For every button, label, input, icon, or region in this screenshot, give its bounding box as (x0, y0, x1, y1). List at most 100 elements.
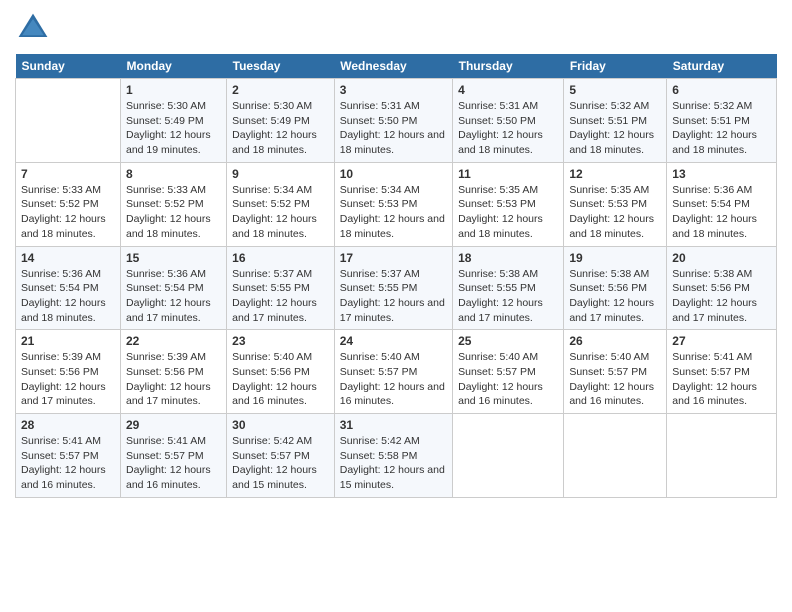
daylight-text: Daylight: 12 hours and 17 minutes. (672, 297, 757, 324)
sunset-text: Sunset: 5:52 PM (232, 198, 310, 210)
sunrise-text: Sunrise: 5:38 AM (458, 268, 538, 280)
weekday-header: Sunday (16, 54, 121, 79)
calendar-day-cell: 22 Sunrise: 5:39 AM Sunset: 5:56 PM Dayl… (121, 330, 227, 414)
day-info: Sunrise: 5:37 AM Sunset: 5:55 PM Dayligh… (340, 267, 447, 326)
sunset-text: Sunset: 5:58 PM (340, 450, 418, 462)
calendar-day-cell (667, 414, 777, 498)
sunset-text: Sunset: 5:55 PM (458, 282, 536, 294)
daylight-text: Daylight: 12 hours and 18 minutes. (569, 213, 654, 240)
calendar-day-cell: 20 Sunrise: 5:38 AM Sunset: 5:56 PM Dayl… (667, 246, 777, 330)
sunset-text: Sunset: 5:54 PM (672, 198, 750, 210)
day-info: Sunrise: 5:33 AM Sunset: 5:52 PM Dayligh… (21, 183, 115, 242)
page-header (15, 10, 777, 46)
sunset-text: Sunset: 5:57 PM (458, 366, 536, 378)
day-number: 17 (340, 251, 447, 265)
calendar-week-row: 7 Sunrise: 5:33 AM Sunset: 5:52 PM Dayli… (16, 162, 777, 246)
day-info: Sunrise: 5:31 AM Sunset: 5:50 PM Dayligh… (458, 99, 558, 158)
sunset-text: Sunset: 5:55 PM (232, 282, 310, 294)
day-number: 7 (21, 167, 115, 181)
calendar-day-cell: 23 Sunrise: 5:40 AM Sunset: 5:56 PM Dayl… (227, 330, 335, 414)
sunset-text: Sunset: 5:55 PM (340, 282, 418, 294)
day-number: 11 (458, 167, 558, 181)
sunrise-text: Sunrise: 5:40 AM (340, 351, 420, 363)
calendar-day-cell: 25 Sunrise: 5:40 AM Sunset: 5:57 PM Dayl… (453, 330, 564, 414)
sunrise-text: Sunrise: 5:35 AM (569, 184, 649, 196)
sunset-text: Sunset: 5:57 PM (126, 450, 204, 462)
daylight-text: Daylight: 12 hours and 18 minutes. (232, 213, 317, 240)
day-number: 19 (569, 251, 661, 265)
daylight-text: Daylight: 12 hours and 18 minutes. (672, 213, 757, 240)
calendar-day-cell: 14 Sunrise: 5:36 AM Sunset: 5:54 PM Dayl… (16, 246, 121, 330)
day-info: Sunrise: 5:40 AM Sunset: 5:57 PM Dayligh… (458, 350, 558, 409)
weekday-header: Friday (564, 54, 667, 79)
day-number: 2 (232, 83, 329, 97)
sunset-text: Sunset: 5:54 PM (126, 282, 204, 294)
weekday-header: Monday (121, 54, 227, 79)
sunset-text: Sunset: 5:50 PM (340, 115, 418, 127)
sunset-text: Sunset: 5:56 PM (569, 282, 647, 294)
daylight-text: Daylight: 12 hours and 16 minutes. (672, 381, 757, 408)
calendar-day-cell: 18 Sunrise: 5:38 AM Sunset: 5:55 PM Dayl… (453, 246, 564, 330)
calendar-day-cell: 30 Sunrise: 5:42 AM Sunset: 5:57 PM Dayl… (227, 414, 335, 498)
calendar-day-cell (453, 414, 564, 498)
sunset-text: Sunset: 5:57 PM (569, 366, 647, 378)
sunrise-text: Sunrise: 5:37 AM (340, 268, 420, 280)
day-number: 15 (126, 251, 221, 265)
sunrise-text: Sunrise: 5:40 AM (232, 351, 312, 363)
sunrise-text: Sunrise: 5:42 AM (340, 435, 420, 447)
day-info: Sunrise: 5:35 AM Sunset: 5:53 PM Dayligh… (569, 183, 661, 242)
daylight-text: Daylight: 12 hours and 18 minutes. (672, 129, 757, 156)
daylight-text: Daylight: 12 hours and 18 minutes. (458, 129, 543, 156)
calendar-day-cell: 9 Sunrise: 5:34 AM Sunset: 5:52 PM Dayli… (227, 162, 335, 246)
sunset-text: Sunset: 5:51 PM (672, 115, 750, 127)
daylight-text: Daylight: 12 hours and 17 minutes. (21, 381, 106, 408)
calendar-day-cell: 7 Sunrise: 5:33 AM Sunset: 5:52 PM Dayli… (16, 162, 121, 246)
calendar-day-cell: 31 Sunrise: 5:42 AM Sunset: 5:58 PM Dayl… (334, 414, 452, 498)
sunrise-text: Sunrise: 5:40 AM (569, 351, 649, 363)
day-info: Sunrise: 5:39 AM Sunset: 5:56 PM Dayligh… (126, 350, 221, 409)
sunset-text: Sunset: 5:56 PM (126, 366, 204, 378)
calendar-day-cell (564, 414, 667, 498)
logo (15, 10, 55, 46)
sunrise-text: Sunrise: 5:38 AM (672, 268, 752, 280)
day-info: Sunrise: 5:41 AM Sunset: 5:57 PM Dayligh… (126, 434, 221, 493)
day-info: Sunrise: 5:41 AM Sunset: 5:57 PM Dayligh… (21, 434, 115, 493)
daylight-text: Daylight: 12 hours and 16 minutes. (458, 381, 543, 408)
calendar-day-cell: 10 Sunrise: 5:34 AM Sunset: 5:53 PM Dayl… (334, 162, 452, 246)
daylight-text: Daylight: 12 hours and 18 minutes. (232, 129, 317, 156)
sunrise-text: Sunrise: 5:34 AM (340, 184, 420, 196)
day-info: Sunrise: 5:30 AM Sunset: 5:49 PM Dayligh… (126, 99, 221, 158)
daylight-text: Daylight: 12 hours and 17 minutes. (126, 381, 211, 408)
sunrise-text: Sunrise: 5:41 AM (126, 435, 206, 447)
sunset-text: Sunset: 5:54 PM (21, 282, 99, 294)
sunrise-text: Sunrise: 5:38 AM (569, 268, 649, 280)
day-info: Sunrise: 5:38 AM Sunset: 5:55 PM Dayligh… (458, 267, 558, 326)
daylight-text: Daylight: 12 hours and 18 minutes. (21, 213, 106, 240)
day-info: Sunrise: 5:34 AM Sunset: 5:53 PM Dayligh… (340, 183, 447, 242)
sunset-text: Sunset: 5:57 PM (21, 450, 99, 462)
sunrise-text: Sunrise: 5:31 AM (458, 100, 538, 112)
sunrise-text: Sunrise: 5:40 AM (458, 351, 538, 363)
day-info: Sunrise: 5:41 AM Sunset: 5:57 PM Dayligh… (672, 350, 771, 409)
day-number: 5 (569, 83, 661, 97)
calendar-day-cell: 16 Sunrise: 5:37 AM Sunset: 5:55 PM Dayl… (227, 246, 335, 330)
calendar-day-cell: 15 Sunrise: 5:36 AM Sunset: 5:54 PM Dayl… (121, 246, 227, 330)
sunrise-text: Sunrise: 5:42 AM (232, 435, 312, 447)
daylight-text: Daylight: 12 hours and 16 minutes. (569, 381, 654, 408)
daylight-text: Daylight: 12 hours and 17 minutes. (458, 297, 543, 324)
sunrise-text: Sunrise: 5:33 AM (126, 184, 206, 196)
daylight-text: Daylight: 12 hours and 17 minutes. (340, 297, 445, 324)
day-info: Sunrise: 5:31 AM Sunset: 5:50 PM Dayligh… (340, 99, 447, 158)
day-info: Sunrise: 5:32 AM Sunset: 5:51 PM Dayligh… (672, 99, 771, 158)
sunset-text: Sunset: 5:52 PM (21, 198, 99, 210)
day-info: Sunrise: 5:38 AM Sunset: 5:56 PM Dayligh… (569, 267, 661, 326)
day-info: Sunrise: 5:39 AM Sunset: 5:56 PM Dayligh… (21, 350, 115, 409)
day-number: 29 (126, 418, 221, 432)
sunrise-text: Sunrise: 5:41 AM (672, 351, 752, 363)
day-info: Sunrise: 5:36 AM Sunset: 5:54 PM Dayligh… (21, 267, 115, 326)
daylight-text: Daylight: 12 hours and 19 minutes. (126, 129, 211, 156)
weekday-header: Thursday (453, 54, 564, 79)
day-info: Sunrise: 5:40 AM Sunset: 5:56 PM Dayligh… (232, 350, 329, 409)
day-info: Sunrise: 5:36 AM Sunset: 5:54 PM Dayligh… (672, 183, 771, 242)
sunset-text: Sunset: 5:49 PM (232, 115, 310, 127)
